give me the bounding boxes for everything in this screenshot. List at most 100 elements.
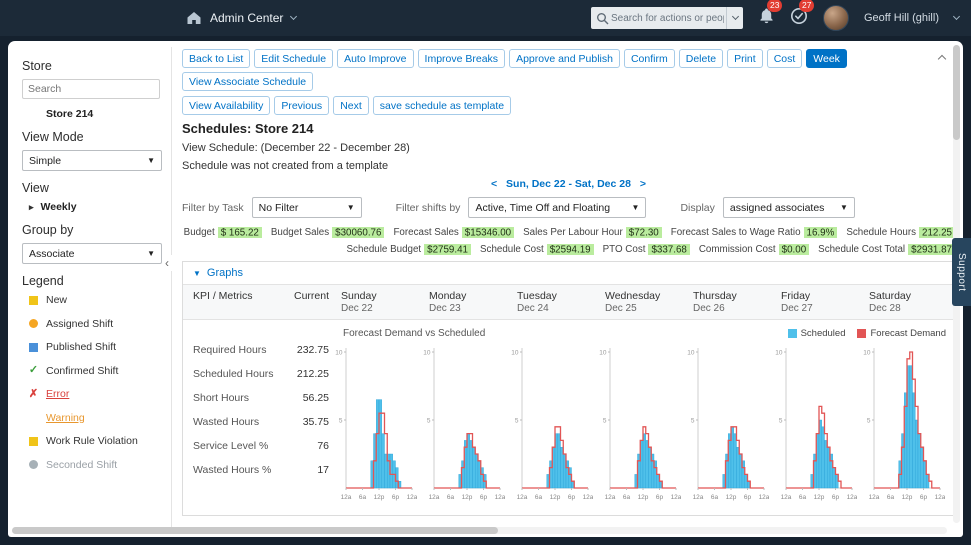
search-dropdown-button[interactable] bbox=[726, 7, 743, 29]
kpi-label: Commission Cost bbox=[699, 244, 776, 255]
toolbar-button-next[interactable]: Next bbox=[333, 96, 369, 115]
kpi-value: $30060.76 bbox=[332, 227, 384, 238]
toolbar-button-save-schedule-as-template[interactable]: save schedule as template bbox=[373, 96, 511, 115]
day-header-saturday: SaturdayDec 28 bbox=[857, 290, 945, 314]
svg-text:6a: 6a bbox=[447, 494, 455, 501]
user-menu[interactable]: Geoff Hill (ghill) bbox=[864, 12, 939, 24]
graphs-section-toggle[interactable]: ▼ Graphs bbox=[183, 262, 954, 285]
tasks-button[interactable]: 27 bbox=[790, 7, 808, 30]
toolbar-button-delete[interactable]: Delete bbox=[679, 49, 723, 68]
filter-shifts-select[interactable]: Active, Time Off and Floating ▼ bbox=[468, 197, 646, 218]
next-week-button[interactable]: > bbox=[640, 178, 646, 190]
kpi-schedule-hours: Schedule Hours212.25 bbox=[846, 227, 955, 238]
metric-label: Wasted Hours bbox=[193, 416, 259, 428]
toolbar-button-view-associate-schedule[interactable]: View Associate Schedule bbox=[182, 72, 313, 91]
graphs-section-label: Graphs bbox=[207, 267, 243, 279]
legend-item-warning: Warning bbox=[29, 412, 171, 424]
day-name: Saturday bbox=[869, 290, 945, 302]
svg-text:12a: 12a bbox=[605, 494, 616, 501]
toolbar-button-auto-improve[interactable]: Auto Improve bbox=[337, 49, 413, 68]
svg-text:10: 10 bbox=[599, 350, 607, 357]
search-icon bbox=[596, 12, 609, 25]
horizontal-scrollbar-thumb[interactable] bbox=[12, 527, 498, 534]
svg-text:12a: 12a bbox=[429, 494, 440, 501]
day-header-monday: MondayDec 23 bbox=[417, 290, 505, 314]
global-search-input[interactable] bbox=[609, 12, 726, 25]
page-title: Schedules: Store 214 bbox=[182, 121, 955, 136]
legend-label: Seconded Shift bbox=[46, 459, 117, 471]
svg-text:12a: 12a bbox=[847, 494, 857, 501]
kpi-value: $0.00 bbox=[779, 244, 810, 255]
legend-label: Assigned Shift bbox=[46, 318, 113, 330]
svg-text:5: 5 bbox=[691, 418, 695, 425]
toolbar-button-week[interactable]: Week bbox=[806, 49, 847, 68]
store-heading: Store bbox=[22, 59, 171, 73]
expand-arrow-icon[interactable]: ▸ bbox=[29, 202, 34, 213]
svg-text:12a: 12a bbox=[693, 494, 704, 501]
kpi-forecast-sales: Forecast Sales$15346.00 bbox=[393, 227, 514, 238]
display-select[interactable]: assigned associates ▼ bbox=[723, 197, 855, 218]
view-mode-select[interactable]: Simple ▼ bbox=[22, 150, 162, 171]
svg-text:6a: 6a bbox=[359, 494, 367, 501]
toolbar-button-view-availability[interactable]: View Availability bbox=[182, 96, 270, 115]
vertical-scrollbar-thumb[interactable] bbox=[953, 45, 960, 140]
svg-text:12a: 12a bbox=[935, 494, 945, 501]
legend-text: Scheduled bbox=[801, 328, 846, 339]
day-date: Dec 25 bbox=[605, 303, 681, 314]
kpi-schedule-cost: Schedule Cost$2594.19 bbox=[480, 244, 594, 255]
svg-text:5: 5 bbox=[779, 418, 783, 425]
svg-text:6p: 6p bbox=[568, 494, 576, 501]
kpi-value: $2594.19 bbox=[547, 244, 594, 255]
table-header: KPI / Metrics Current SundayDec 22Monday… bbox=[183, 285, 954, 320]
chevron-down-icon: ▼ bbox=[632, 203, 640, 212]
day-header-sunday: SundayDec 22 bbox=[329, 290, 417, 314]
metric-required-hours: Required Hours232.75 bbox=[193, 338, 329, 362]
collapse-panel-button[interactable] bbox=[939, 49, 945, 67]
day-date: Dec 22 bbox=[341, 303, 417, 314]
svg-text:6a: 6a bbox=[623, 494, 631, 501]
home-icon[interactable] bbox=[186, 11, 202, 25]
app-title[interactable]: Admin Center bbox=[210, 11, 283, 25]
kpi-value: 16.9% bbox=[804, 227, 838, 238]
toolbar-button-improve-breaks[interactable]: Improve Breaks bbox=[418, 49, 506, 68]
legend-label: Work Rule Violation bbox=[46, 435, 138, 447]
notifications-button[interactable]: 23 bbox=[758, 7, 775, 30]
toolbar-button-edit-schedule[interactable]: Edit Schedule bbox=[254, 49, 333, 68]
day-name: Monday bbox=[429, 290, 505, 302]
global-search[interactable] bbox=[591, 7, 743, 29]
legend-label: New bbox=[46, 294, 67, 306]
tasks-badge: 27 bbox=[799, 0, 814, 12]
metric-value: 212.25 bbox=[297, 368, 329, 380]
svg-text:12a: 12a bbox=[495, 494, 505, 501]
store-search-input[interactable] bbox=[22, 79, 160, 99]
svg-text:5: 5 bbox=[867, 418, 871, 425]
previous-week-button[interactable]: < bbox=[491, 178, 497, 190]
toolbar-button-approve-and-publish[interactable]: Approve and Publish bbox=[509, 49, 620, 68]
user-menu-chevron-icon bbox=[953, 13, 960, 20]
sidebar-item-store-214[interactable]: Store 214 bbox=[46, 108, 171, 120]
toolbar-button-confirm[interactable]: Confirm bbox=[624, 49, 675, 68]
metric-value: 17 bbox=[317, 464, 329, 476]
chevron-down-icon: ▼ bbox=[147, 249, 155, 258]
group-by-select[interactable]: Associate ▼ bbox=[22, 243, 162, 264]
filter-task-select[interactable]: No Filter ▼ bbox=[252, 197, 362, 218]
toolbar-button-back-to-list[interactable]: Back to List bbox=[182, 49, 250, 68]
svg-text:12a: 12a bbox=[341, 494, 352, 501]
work-rule-violation-icon bbox=[29, 437, 38, 446]
kpi-row-2: Schedule Budget$2759.41Schedule Cost$259… bbox=[182, 244, 955, 255]
toolbar-button-previous[interactable]: Previous bbox=[274, 96, 329, 115]
toolbar-button-print[interactable]: Print bbox=[727, 49, 763, 68]
filter-task-value: No Filter bbox=[259, 202, 299, 214]
support-tab[interactable]: Support bbox=[952, 238, 971, 306]
avatar[interactable] bbox=[823, 5, 849, 31]
topbar: Admin Center 23 27 Ge bbox=[0, 0, 971, 36]
app-menu[interactable]: Admin Center bbox=[186, 11, 296, 25]
legend-text: Forecast Demand bbox=[870, 328, 946, 339]
sidebar-item-weekly[interactable]: ▸ Weekly bbox=[29, 201, 171, 213]
sidebar-collapse-handle[interactable]: ‹ bbox=[162, 255, 172, 271]
toolbar-button-cost[interactable]: Cost bbox=[767, 49, 803, 68]
view-mode-heading: View Mode bbox=[22, 130, 171, 144]
svg-text:12p: 12p bbox=[726, 494, 737, 501]
day-date: Dec 26 bbox=[693, 303, 769, 314]
svg-text:5: 5 bbox=[427, 418, 431, 425]
